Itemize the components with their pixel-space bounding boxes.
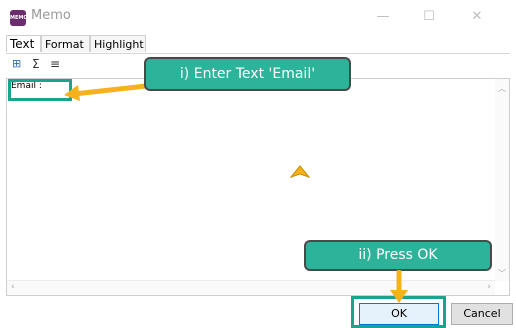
tab-text[interactable]: Text [6, 35, 41, 52]
scroll-left-icon[interactable]: ‹ [11, 282, 15, 292]
caret-up-icon [290, 165, 310, 178]
sum-icon[interactable]: Σ [32, 57, 40, 71]
step1-callout: i) Enter Text 'Email' [144, 57, 351, 91]
vertical-scrollbar[interactable]: ︿ ﹀ [495, 79, 509, 281]
arrow-left-icon [64, 83, 149, 101]
scroll-up-icon[interactable]: ︿ [498, 83, 506, 94]
tab-highlight[interactable]: Highlight [90, 35, 146, 52]
scroll-right-icon[interactable]: › [487, 282, 491, 292]
tab-format[interactable]: Format [41, 35, 90, 52]
window-title: Memo [31, 8, 71, 23]
horizontal-scrollbar[interactable]: ‹ › [7, 280, 495, 295]
step2-callout: ii) Press OK [304, 240, 492, 271]
align-justify-icon[interactable]: ≡ [50, 57, 60, 71]
close-button[interactable]: ✕ [454, 4, 500, 30]
cancel-button[interactable]: Cancel [451, 303, 513, 325]
minimize-button[interactable]: — [360, 4, 406, 30]
scroll-down-icon[interactable]: ﹀ [498, 268, 506, 279]
insert-field-icon[interactable]: ⊞ [12, 57, 21, 71]
memo-app-icon: MEMO [10, 10, 28, 26]
arrow-down-icon [390, 270, 408, 303]
maximize-button[interactable]: ☐ [406, 4, 452, 30]
title-bar: MEMO Memo — ☐ ✕ [0, 0, 516, 33]
